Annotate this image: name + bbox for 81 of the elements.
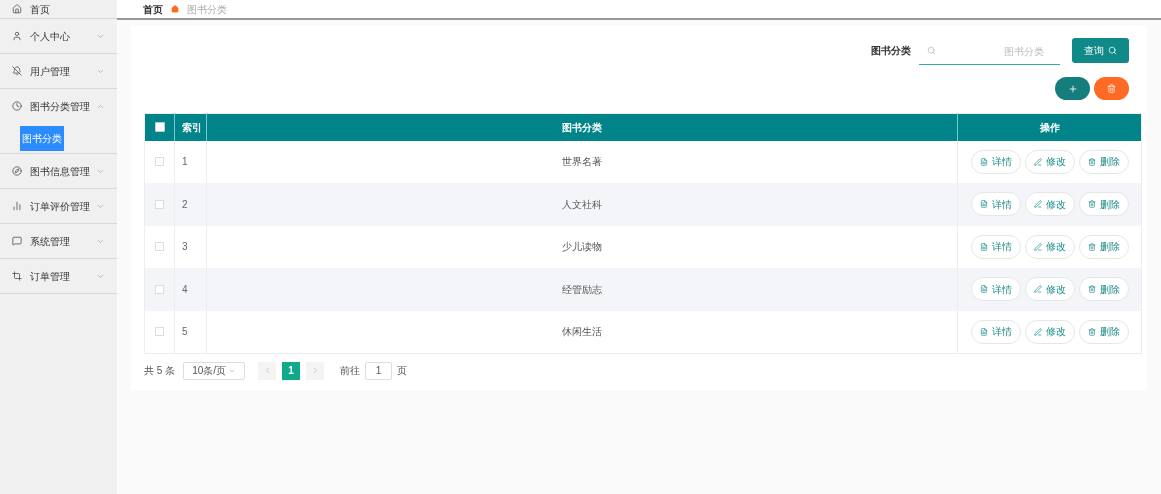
row-action-button[interactable]: 修改: [1024, 277, 1075, 302]
sidebar-item[interactable]: 首页: [0, 0, 117, 18]
goto-label: 前往: [340, 364, 361, 378]
document-icon: [979, 242, 988, 251]
add-button[interactable]: [1055, 77, 1090, 100]
row-checkbox[interactable]: [155, 157, 164, 167]
query-button[interactable]: 查询: [1072, 38, 1129, 63]
row-action-button[interactable]: 详情: [970, 319, 1021, 344]
sidebar-subitem[interactable]: 图书分类: [20, 125, 64, 151]
trash-icon: [1087, 327, 1096, 336]
trash-icon: [1087, 157, 1096, 166]
breadcrumb-item: 图书分类: [187, 2, 227, 17]
sidebar-item[interactable]: 订单管理: [0, 259, 117, 293]
row-action-button[interactable]: 修改: [1024, 192, 1075, 217]
sidebar-item[interactable]: 用户管理: [0, 54, 117, 88]
row-action-button[interactable]: 详情: [970, 149, 1021, 174]
row-action-button[interactable]: 删除: [1078, 319, 1129, 344]
document-icon: [979, 200, 988, 209]
table-cell: 人文社科: [206, 183, 958, 226]
row-action-button[interactable]: 删除: [1078, 192, 1129, 217]
row-action-button[interactable]: 修改: [1024, 319, 1075, 344]
user-icon: [12, 31, 22, 41]
column-header: 索引: [174, 113, 207, 141]
pen-icon: [1033, 242, 1042, 251]
table-cell: 4: [174, 268, 207, 311]
row-action-button[interactable]: 删除: [1078, 277, 1129, 302]
trash-icon: [1087, 285, 1096, 294]
row-action-button[interactable]: 详情: [970, 277, 1021, 302]
table-cell: 2: [174, 183, 207, 226]
home-icon: [171, 5, 179, 13]
column-header: 图书分类: [206, 113, 958, 141]
search-icon: [1108, 46, 1117, 55]
goto-page-field[interactable]: 1: [365, 361, 393, 380]
bell-icon: [12, 66, 22, 76]
document-icon: [979, 157, 988, 166]
row-checkbox[interactable]: [155, 284, 164, 294]
pen-icon: [1033, 285, 1042, 294]
compass-icon: [12, 166, 22, 176]
row-action-button[interactable]: 修改: [1024, 234, 1075, 259]
row-action-button[interactable]: 详情: [970, 192, 1021, 217]
next-page-button[interactable]: [306, 361, 325, 380]
row-checkbox[interactable]: [155, 199, 164, 209]
bar-chart-icon: [12, 201, 22, 211]
row-action-button[interactable]: 修改: [1024, 149, 1075, 174]
goto-suffix: 页: [397, 364, 408, 378]
crop-icon: [12, 271, 22, 281]
row-checkbox[interactable]: [155, 327, 164, 336]
trash-icon: [1087, 200, 1096, 209]
pen-icon: [1033, 157, 1042, 166]
table-cell: 经管励志: [206, 268, 958, 311]
row-action-button[interactable]: 删除: [1078, 234, 1129, 259]
search-icon: [927, 46, 936, 55]
pen-icon: [1033, 327, 1042, 336]
row-action-button[interactable]: 删除: [1078, 149, 1129, 174]
breadcrumb-item[interactable]: 首页: [143, 1, 163, 17]
document-icon: [979, 285, 988, 294]
sidebar-item[interactable]: 图书分类管理: [0, 89, 117, 123]
trash-icon: [1087, 242, 1096, 251]
table-cell: 休闲生活: [206, 310, 958, 353]
clock-icon: [12, 101, 22, 111]
sidebar-item[interactable]: 个人中心: [0, 19, 117, 53]
page-size-select[interactable]: 10条/页: [183, 361, 246, 380]
pen-icon: [1033, 200, 1042, 209]
column-header: 操作: [957, 113, 1142, 141]
delete-button[interactable]: [1094, 77, 1129, 100]
row-action-button[interactable]: 详情: [970, 234, 1021, 259]
total-count: 共 5 条: [144, 364, 176, 378]
trash-icon: [1107, 84, 1116, 93]
page-button[interactable]: 1: [282, 361, 301, 380]
search-label: 图书分类: [871, 44, 911, 58]
sidebar-item[interactable]: 订单评价管理: [0, 189, 117, 223]
sidebar-item[interactable]: 图书信息管理: [0, 154, 117, 188]
home-icon: [12, 4, 22, 14]
row-checkbox[interactable]: [155, 242, 164, 252]
sidebar-item[interactable]: 系统管理: [0, 224, 117, 258]
plus-icon: [1067, 83, 1078, 94]
prev-page-button[interactable]: [258, 361, 277, 380]
document-icon: [979, 327, 988, 336]
select-all-checkbox[interactable]: [154, 122, 165, 133]
chat-icon: [12, 236, 22, 246]
table-cell: 5: [174, 310, 207, 353]
